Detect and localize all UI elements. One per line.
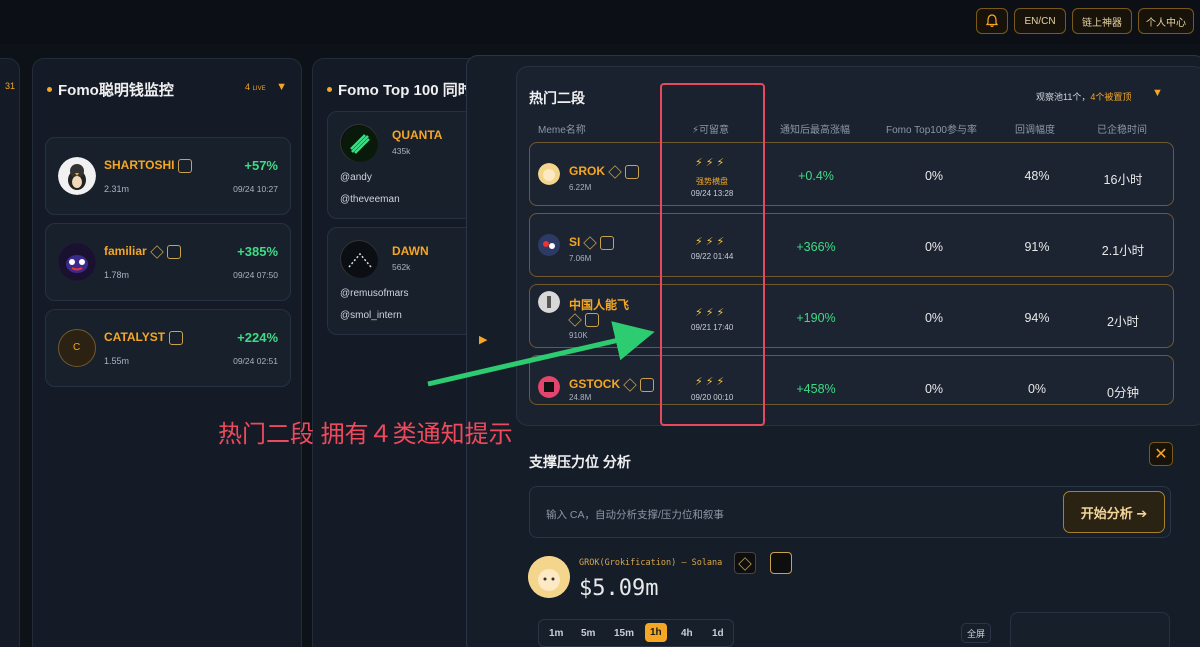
support-resistance-title: 支撑压力位 分析	[529, 454, 631, 470]
timeframe-1d[interactable]: 1d	[712, 628, 724, 639]
timeframe-4h[interactable]: 4h	[681, 628, 693, 639]
annotation-arrow-icon	[427, 321, 655, 387]
token-price: $5.09m	[579, 576, 659, 601]
fullscreen-button[interactable]: 全屏	[961, 623, 991, 643]
chart-icon[interactable]	[770, 552, 792, 574]
bnb-icon[interactable]	[734, 552, 756, 574]
close-icon[interactable]: ✕	[1149, 442, 1173, 466]
timeframe-1h[interactable]: 1h	[645, 623, 667, 642]
avatar	[528, 556, 570, 598]
side-info-box	[1010, 612, 1170, 647]
timeframe-selector: 1m 5m 15m 1h 4h 1d	[538, 619, 734, 647]
annotation-text: 热门二段 拥有４类通知提示	[218, 421, 513, 448]
start-analysis-button[interactable]: 开始分析 ➔	[1063, 491, 1165, 533]
token-label: GROK(Grokification) – Solana	[579, 558, 723, 568]
timeframe-15m[interactable]: 15m	[614, 628, 634, 639]
timeframe-1m[interactable]: 1m	[549, 628, 563, 639]
ca-input-placeholder: 输入 CA，自动分析支撑/压力位和叙事	[546, 509, 724, 521]
timeframe-5m[interactable]: 5m	[581, 628, 595, 639]
